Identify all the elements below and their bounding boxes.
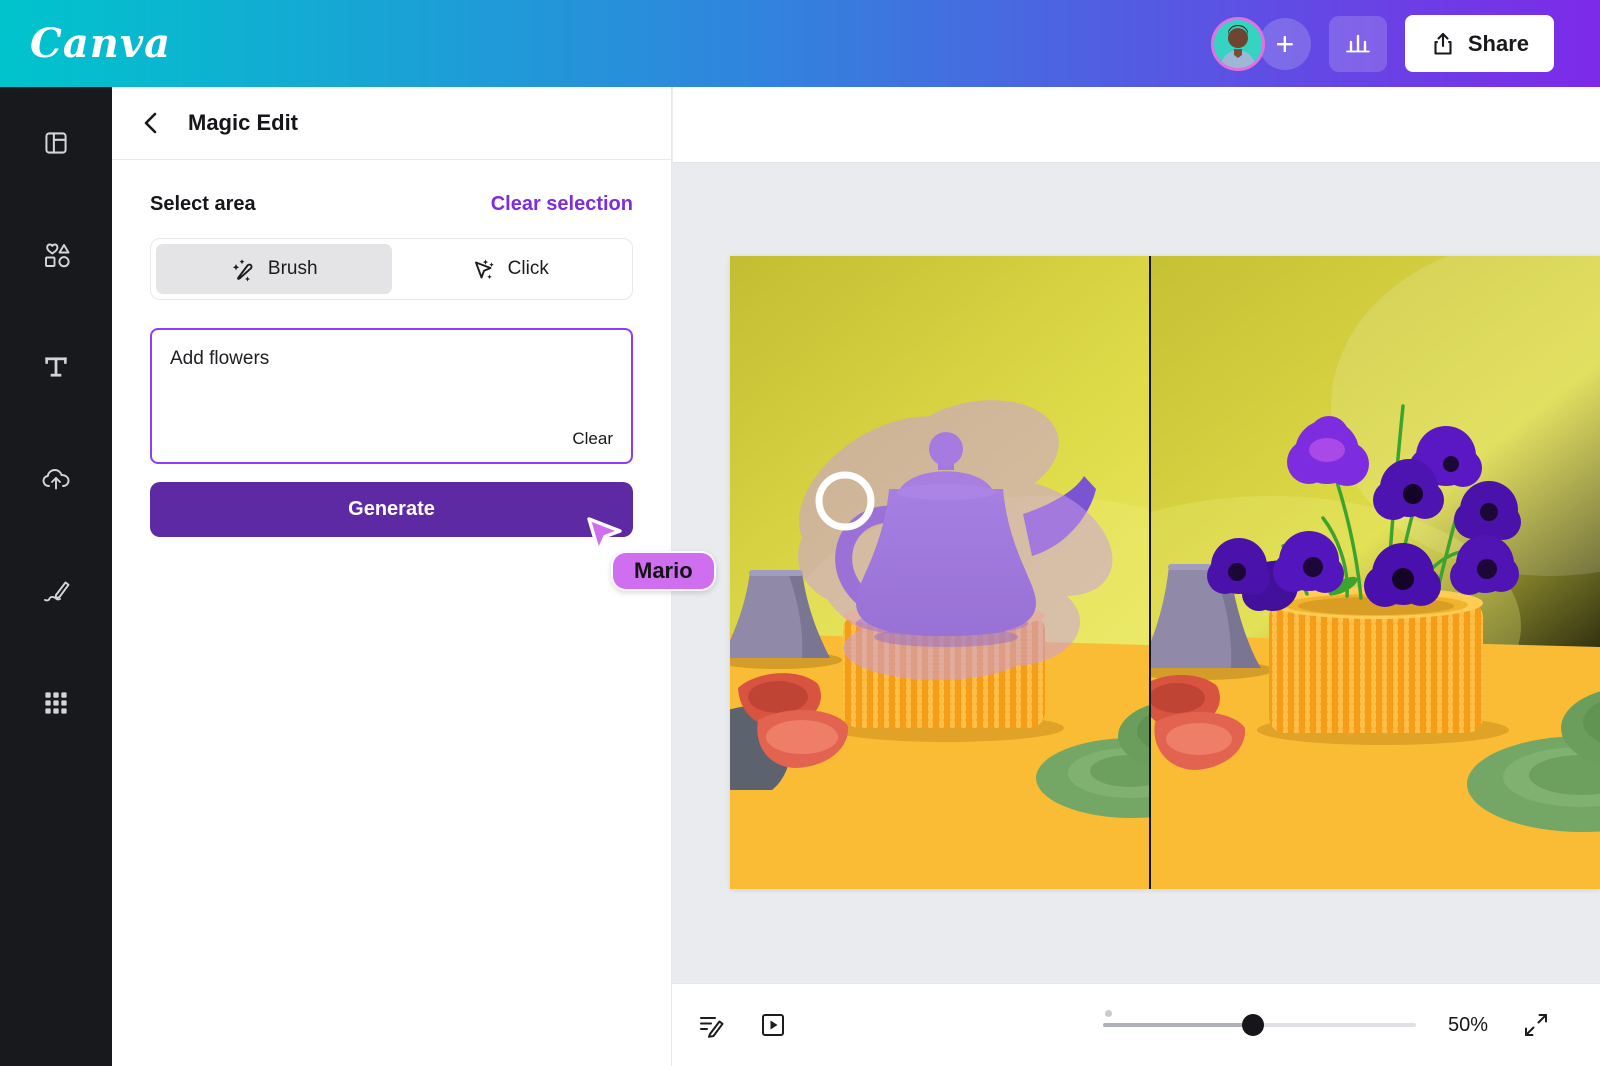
design-page[interactable] bbox=[730, 256, 1600, 889]
back-button[interactable] bbox=[140, 110, 162, 136]
magic-edit-panel: Magic Edit Select area Clear selection bbox=[112, 87, 672, 1066]
fullscreen-button[interactable] bbox=[1522, 1011, 1550, 1039]
panel-body: Select area Clear selection bbox=[112, 160, 671, 537]
zoom-slider-fill bbox=[1103, 1023, 1253, 1027]
generate-button[interactable]: Generate bbox=[150, 482, 633, 537]
bar-chart-icon bbox=[1343, 29, 1373, 59]
magic-brush-icon bbox=[230, 256, 257, 283]
design-icon bbox=[39, 126, 73, 160]
panel-title: Magic Edit bbox=[188, 110, 298, 136]
expand-icon bbox=[1522, 1011, 1550, 1039]
share-button[interactable]: Share bbox=[1405, 15, 1554, 72]
chevron-left-icon bbox=[140, 110, 162, 136]
avatar-person-icon bbox=[1214, 20, 1262, 68]
sidebar bbox=[0, 87, 112, 1066]
canvas-toolbar-strip bbox=[672, 87, 1600, 163]
select-area-label: Select area bbox=[150, 193, 256, 216]
selection-tool-switch: Brush Click bbox=[150, 238, 633, 300]
plus-icon: + bbox=[1276, 28, 1295, 60]
avatar[interactable] bbox=[1211, 17, 1265, 71]
share-upload-icon bbox=[1430, 31, 1456, 57]
clear-selection-button[interactable]: Clear selection bbox=[491, 193, 633, 216]
zoom-value: 50% bbox=[1448, 1014, 1488, 1037]
prompt-input[interactable]: Add flowers Clear bbox=[150, 328, 633, 464]
topbar: Canva + bbox=[0, 0, 1600, 87]
add-collaborator-button[interactable]: + bbox=[1259, 18, 1311, 70]
present-play-icon bbox=[757, 1009, 789, 1041]
zoom-slider[interactable] bbox=[1103, 1014, 1416, 1036]
sidebar-item-elements[interactable] bbox=[28, 227, 84, 283]
tool-brush[interactable]: Brush bbox=[156, 244, 392, 294]
insights-button[interactable] bbox=[1329, 16, 1387, 72]
zoom-slider-marker bbox=[1105, 1010, 1112, 1017]
sidebar-item-uploads[interactable] bbox=[28, 451, 84, 507]
notes-icon bbox=[695, 1009, 727, 1041]
elements-icon bbox=[38, 237, 74, 273]
panel-header: Magic Edit bbox=[112, 87, 671, 160]
notes-button[interactable] bbox=[695, 1009, 727, 1041]
sidebar-item-text[interactable] bbox=[28, 339, 84, 395]
sidebar-item-apps[interactable] bbox=[28, 675, 84, 731]
design-image-after bbox=[1151, 256, 1600, 889]
tool-click[interactable]: Click bbox=[392, 244, 628, 294]
canvas-workspace bbox=[672, 164, 1600, 983]
sidebar-item-design[interactable] bbox=[28, 115, 84, 171]
sidebar-item-draw[interactable] bbox=[28, 563, 84, 619]
share-label: Share bbox=[1468, 31, 1529, 57]
design-image-before bbox=[730, 256, 1149, 889]
tool-click-label: Click bbox=[508, 258, 549, 280]
tool-brush-label: Brush bbox=[268, 258, 318, 280]
prompt-clear-button[interactable]: Clear bbox=[572, 429, 613, 449]
uploads-icon bbox=[38, 461, 74, 497]
present-button[interactable] bbox=[757, 1009, 789, 1041]
canva-logo[interactable]: Canva bbox=[30, 24, 171, 64]
text-icon bbox=[39, 350, 73, 384]
click-cursor-icon bbox=[470, 256, 497, 283]
bottom-bar: 50% bbox=[672, 983, 1600, 1066]
draw-icon bbox=[38, 573, 74, 609]
canvas-area: 50% bbox=[672, 87, 1600, 1066]
prompt-value: Add flowers bbox=[170, 347, 613, 372]
topbar-actions: + bbox=[1211, 15, 1554, 72]
apps-icon bbox=[39, 686, 73, 720]
zoom-slider-thumb[interactable] bbox=[1242, 1014, 1264, 1036]
canva-app: Canva + bbox=[0, 0, 1600, 1066]
